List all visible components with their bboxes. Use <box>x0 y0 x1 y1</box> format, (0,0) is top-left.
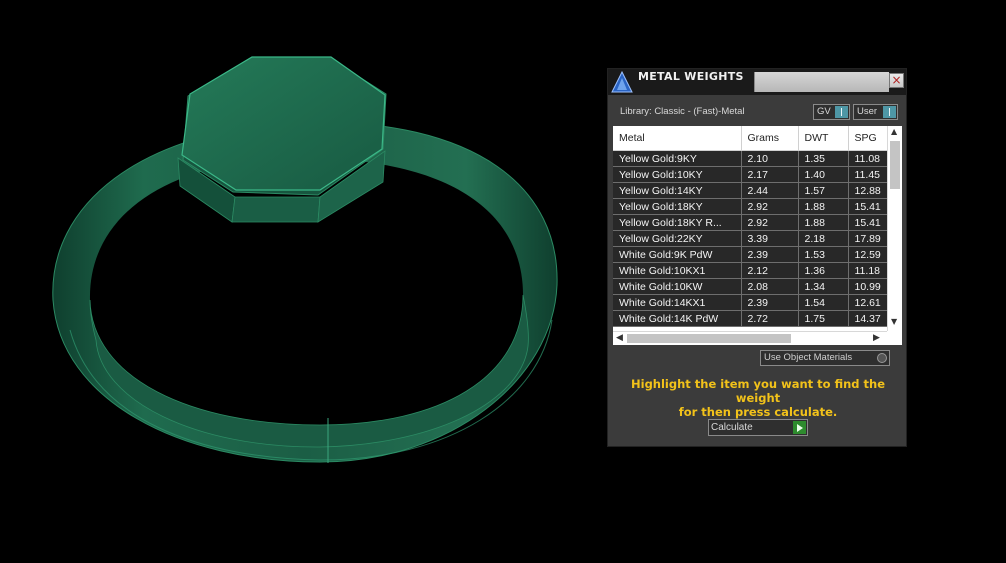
horizontal-scroll-thumb[interactable] <box>627 334 791 343</box>
calculate-button[interactable]: Calculate <box>708 419 808 436</box>
gv-toggle[interactable]: GV <box>813 104 850 120</box>
horizontal-scrollbar[interactable]: ◀ ▶ <box>613 331 887 345</box>
calculate-label: Calculate <box>711 422 753 433</box>
cell-spg: 17.89 <box>848 230 888 247</box>
scroll-down-icon[interactable]: ▼ <box>891 318 897 326</box>
cell-grams: 2.17 <box>741 166 799 183</box>
instruction-text: Highlight the item you want to find the … <box>631 377 885 419</box>
cell-grams: 2.10 <box>741 150 799 167</box>
cell-dwt: 1.75 <box>798 310 849 327</box>
cell-dwt: 1.54 <box>798 294 849 311</box>
cell-spg: 12.59 <box>848 246 888 263</box>
cell-grams: 2.92 <box>741 198 799 215</box>
column-header-dwt[interactable]: DWT <box>798 126 849 151</box>
cell-spg: 11.08 <box>848 150 888 167</box>
cell-metal: White Gold:10KX1 <box>613 262 742 279</box>
scroll-left-icon[interactable]: ◀ <box>616 334 623 343</box>
table-row[interactable]: White Gold:14KX1 2.39 1.54 12.61 <box>613 294 888 311</box>
table-row[interactable]: Yellow Gold:22KY 3.39 2.18 17.89 <box>613 230 888 247</box>
cell-spg: 11.45 <box>848 166 888 183</box>
column-header-grams[interactable]: Grams <box>741 126 799 151</box>
scroll-up-icon[interactable]: ▲ <box>891 128 897 136</box>
metal-table-container: Metal Grams DWT SPG Yellow Gold:9KY 2.10 1… <box>613 126 902 345</box>
cell-metal: Yellow Gold:9KY <box>613 150 742 167</box>
cell-grams: 2.08 <box>741 278 799 295</box>
panel-titlebar[interactable]: METAL WEIGHTS × <box>608 69 906 95</box>
library-label: Library: Classic - (Fast)-Metal <box>620 106 745 117</box>
cell-dwt: 2.18 <box>798 230 849 247</box>
table-row[interactable]: White Gold:9K PdW 2.39 1.53 12.59 <box>613 246 888 263</box>
metal-weights-panel: METAL WEIGHTS × Library: Classic - (Fast… <box>607 68 907 447</box>
cell-spg: 12.88 <box>848 182 888 199</box>
cell-dwt: 1.34 <box>798 278 849 295</box>
cell-metal: Yellow Gold:18KY <box>613 198 742 215</box>
cell-dwt: 1.36 <box>798 262 849 279</box>
scroll-right-icon[interactable]: ▶ <box>873 334 880 343</box>
cell-spg: 11.18 <box>848 262 888 279</box>
cell-dwt: 1.88 <box>798 198 849 215</box>
cell-dwt: 1.57 <box>798 182 849 199</box>
user-toggle[interactable]: User <box>853 104 898 120</box>
toggle-switch-icon <box>883 106 896 118</box>
cell-dwt: 1.88 <box>798 214 849 231</box>
titlebar-drag-area[interactable] <box>754 72 889 92</box>
close-button[interactable]: × <box>889 73 904 88</box>
cell-grams: 3.39 <box>741 230 799 247</box>
cell-grams: 2.39 <box>741 294 799 311</box>
user-toggle-label: User <box>857 106 878 117</box>
cell-spg: 15.41 <box>848 198 888 215</box>
table-row[interactable]: White Gold:10KW 2.08 1.34 10.99 <box>613 278 888 295</box>
gv-toggle-label: GV <box>817 106 831 117</box>
cell-metal: White Gold:10KW <box>613 278 742 295</box>
radio-icon[interactable] <box>877 353 887 363</box>
use-object-materials-option[interactable]: Use Object Materials <box>760 350 890 366</box>
table-row[interactable]: Yellow Gold:18KY 2.92 1.88 15.41 <box>613 198 888 215</box>
cell-metal: White Gold:14K PdW <box>613 310 742 327</box>
metal-table: Metal Grams DWT SPG Yellow Gold:9KY 2.10 1… <box>613 126 888 327</box>
vertical-scrollbar[interactable]: ▲ ▼ <box>887 126 902 331</box>
table-header-row: Metal Grams DWT SPG <box>613 126 888 151</box>
table-row[interactable]: Yellow Gold:9KY 2.10 1.35 11.08 <box>613 150 888 167</box>
cell-grams: 2.72 <box>741 310 799 327</box>
ring-model[interactable] <box>0 0 600 563</box>
cell-metal: Yellow Gold:10KY <box>613 166 742 183</box>
play-icon <box>793 421 806 434</box>
cell-grams: 2.44 <box>741 182 799 199</box>
cell-dwt: 1.53 <box>798 246 849 263</box>
cell-spg: 10.99 <box>848 278 888 295</box>
column-header-metal[interactable]: Metal <box>613 126 742 151</box>
cell-grams: 2.92 <box>741 214 799 231</box>
cell-metal: Yellow Gold:22KY <box>613 230 742 247</box>
cell-spg: 12.61 <box>848 294 888 311</box>
table-row[interactable]: Yellow Gold:18KY R... 2.92 1.88 15.41 <box>613 214 888 231</box>
table-row[interactable]: White Gold:10KX1 2.12 1.36 11.18 <box>613 262 888 279</box>
cell-spg: 14.37 <box>848 310 888 327</box>
close-icon: × <box>891 73 902 87</box>
app-logo-icon <box>610 70 634 94</box>
use-object-materials-label: Use Object Materials <box>764 352 853 363</box>
cell-grams: 2.12 <box>741 262 799 279</box>
column-header-spg[interactable]: SPG <box>848 126 888 151</box>
cell-metal: Yellow Gold:18KY R... <box>613 214 742 231</box>
cell-metal: White Gold:14KX1 <box>613 294 742 311</box>
cell-metal: Yellow Gold:14KY <box>613 182 742 199</box>
toggle-switch-icon <box>835 106 848 118</box>
table-row[interactable]: Yellow Gold:10KY 2.17 1.40 11.45 <box>613 166 888 183</box>
cell-dwt: 1.35 <box>798 150 849 167</box>
panel-title: METAL WEIGHTS <box>638 70 744 83</box>
cell-dwt: 1.40 <box>798 166 849 183</box>
table-row[interactable]: White Gold:14K PdW 2.72 1.75 14.37 <box>613 310 888 327</box>
vertical-scroll-thumb[interactable] <box>890 141 900 189</box>
cell-grams: 2.39 <box>741 246 799 263</box>
cell-metal: White Gold:9K PdW <box>613 246 742 263</box>
cell-spg: 15.41 <box>848 214 888 231</box>
table-row[interactable]: Yellow Gold:14KY 2.44 1.57 12.88 <box>613 182 888 199</box>
